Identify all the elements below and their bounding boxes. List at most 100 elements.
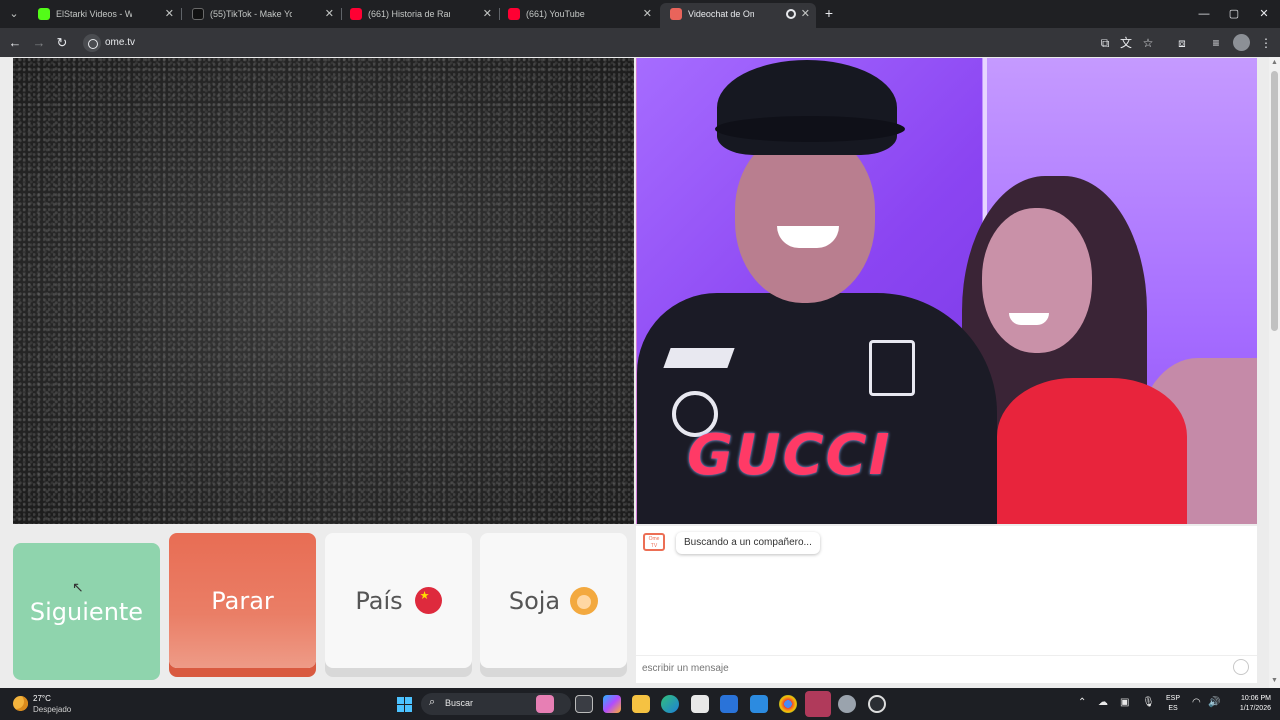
site-info-icon[interactable]	[83, 34, 101, 52]
microphone-icon[interactable]: 🎙	[1142, 697, 1155, 708]
gender-button-label: Soja	[508, 586, 561, 615]
tab-title: (661) YouTube	[526, 9, 585, 19]
chat-status-message: Buscando a un compañero...	[676, 532, 820, 554]
minimize-icon[interactable]: —	[1188, 0, 1220, 28]
chat-panel: Ome TV Buscando a un compañero...	[636, 526, 1257, 683]
copilot-icon[interactable]	[603, 695, 621, 713]
browser-toolbar: ← → ↻ ome.tv ⧉ 文 ☆ ⧈ ≡ ⋮	[0, 28, 1280, 57]
new-tab-button[interactable]: +	[820, 4, 838, 22]
browser-menu-icon[interactable]: ⋮	[1256, 33, 1276, 53]
forward-arrow-icon[interactable]: →	[29, 33, 49, 53]
weather-description[interactable]: Despejado	[33, 705, 71, 714]
country-button-label: País	[355, 586, 403, 615]
tab-elstarki[interactable]: ElStarki Videos - Watch On-Dem ✕	[28, 3, 180, 25]
close-tab-icon[interactable]: ✕	[643, 3, 652, 25]
ometv-logo-icon: Ome TV	[643, 533, 665, 551]
url-text[interactable]: ome.tv	[105, 32, 135, 54]
edge-icon[interactable]	[661, 695, 679, 713]
active-app-icon[interactable]	[805, 691, 831, 717]
scroll-down-icon[interactable]: ▼	[1270, 677, 1279, 686]
chat-message-input[interactable]	[642, 660, 1222, 676]
stop-button[interactable]: Parar	[169, 533, 316, 668]
gender-filter-button[interactable]: Soja	[480, 533, 627, 668]
search-label: Buscar	[445, 698, 474, 708]
kick-favicon-icon	[38, 8, 50, 20]
tab-strip: ⌄ ElStarki Videos - Watch On-Dem ✕ (55)T…	[0, 0, 1280, 28]
close-tab-icon[interactable]: ✕	[165, 3, 174, 25]
tray-overflow-chevron-icon[interactable]: ⌃	[1078, 697, 1086, 708]
tab-title: Videochat de OmeTV: una	[688, 9, 754, 19]
person-face	[982, 208, 1092, 353]
ometv-page: GUCCI Siguiente Parar País Soja ↖ Ome TV…	[0, 57, 1280, 688]
clock-time: 10:06 PM	[1241, 695, 1271, 702]
windows-start-icon[interactable]	[397, 697, 412, 712]
tab-search-chevron-icon[interactable]: ⌄	[4, 4, 24, 24]
reload-icon[interactable]: ↻	[52, 33, 72, 53]
scroll-up-icon[interactable]: ▲	[1270, 59, 1279, 68]
tab-youtube-historia[interactable]: (661) Historia de Ramo | Cómo ✕	[340, 3, 498, 25]
tray-app-icon[interactable]: ▣	[1120, 697, 1129, 708]
volume-icon[interactable]: 🔊	[1208, 697, 1220, 708]
tab-youtube[interactable]: (661) YouTube ✕	[498, 3, 658, 25]
tab-title: (55)TikTok - Make Your Day	[210, 9, 292, 19]
page-scrollbar[interactable]: ▲ ▼	[1269, 57, 1280, 688]
profile-avatar[interactable]	[1233, 34, 1250, 51]
remote-video: GUCCI	[636, 58, 1257, 524]
close-tab-icon[interactable]: ✕	[325, 3, 334, 25]
weather-temperature[interactable]: 27°C	[33, 694, 51, 703]
maximize-icon[interactable]: ▢	[1218, 0, 1250, 28]
moon-weather-icon[interactable]	[13, 696, 28, 711]
vscode-like-icon[interactable]	[720, 695, 738, 713]
person-face	[735, 133, 875, 303]
reading-list-icon[interactable]: ≡	[1206, 33, 1226, 53]
outlook-icon[interactable]	[750, 695, 768, 713]
person-smile	[1009, 313, 1049, 325]
tab-ometv[interactable]: Videochat de OmeTV: una ✕	[660, 3, 816, 28]
youtube-favicon-icon	[508, 8, 520, 20]
tiktok-favicon-icon	[192, 8, 204, 20]
close-window-icon[interactable]: ✕	[1248, 0, 1280, 28]
country-filter-button[interactable]: País	[325, 533, 472, 668]
address-bar[interactable]: ome.tv	[80, 32, 1120, 54]
language-indicator[interactable]: ESP ES	[1166, 694, 1180, 714]
shirt-logo	[663, 348, 735, 368]
cast-icon[interactable]: ⧉	[1095, 33, 1115, 53]
system-clock[interactable]: 10:06 PM 1/17/2026	[1225, 694, 1271, 714]
youtube-favicon-icon	[350, 8, 362, 20]
close-tab-icon[interactable]: ✕	[483, 3, 492, 25]
search-icon: ⌕	[429, 696, 436, 708]
woman-emoji-icon	[570, 586, 599, 615]
chat-input-bar	[636, 655, 1257, 679]
local-video-static	[13, 58, 634, 524]
china-flag-icon	[414, 587, 442, 614]
language-code: ESP	[1166, 695, 1181, 702]
scroll-thumb[interactable]	[1271, 71, 1278, 331]
extensions-icon[interactable]: ⧈	[1172, 33, 1192, 53]
mouse-cursor-icon: ↖	[72, 579, 84, 595]
stop-button-label: Parar	[211, 586, 274, 615]
keyboard-layout: ES	[1168, 705, 1178, 712]
wifi-icon[interactable]: ◠	[1192, 697, 1201, 708]
settings-gear-icon[interactable]	[838, 695, 856, 713]
shirt-chest-logo	[869, 340, 915, 396]
back-arrow-icon[interactable]: ←	[5, 33, 25, 53]
emoji-picker-icon[interactable]	[1233, 659, 1249, 675]
tab-tiktok[interactable]: (55)TikTok - Make Your Day ✕	[182, 3, 340, 25]
app-with-badge-icon[interactable]	[868, 695, 886, 713]
file-explorer-icon[interactable]	[632, 695, 650, 713]
cap-visor	[715, 116, 905, 142]
windows-taskbar: 27°C Despejado ⌕ Buscar ⌃ ☁ ▣ 🎙 ESP ES ◠…	[0, 688, 1280, 720]
bookmark-star-icon[interactable]: ☆	[1138, 33, 1158, 53]
tab-title: ElStarki Videos - Watch On-Dem	[56, 9, 132, 19]
translate-icon[interactable]: 文	[1116, 33, 1136, 53]
chrome-icon[interactable]	[779, 695, 797, 713]
tab-title: (661) Historia de Ramo | Cómo	[368, 9, 450, 19]
clock-date: 1/17/2026	[1239, 705, 1271, 712]
next-button[interactable]: Siguiente	[13, 543, 160, 680]
close-tab-icon[interactable]: ✕	[801, 3, 810, 25]
microsoft-store-icon[interactable]	[691, 695, 709, 713]
task-view-icon[interactable]	[575, 695, 593, 713]
onedrive-icon[interactable]: ☁	[1098, 697, 1108, 708]
shirt-brand-text: GUCCI	[687, 423, 892, 488]
flowers-widget-icon[interactable]	[536, 695, 554, 713]
